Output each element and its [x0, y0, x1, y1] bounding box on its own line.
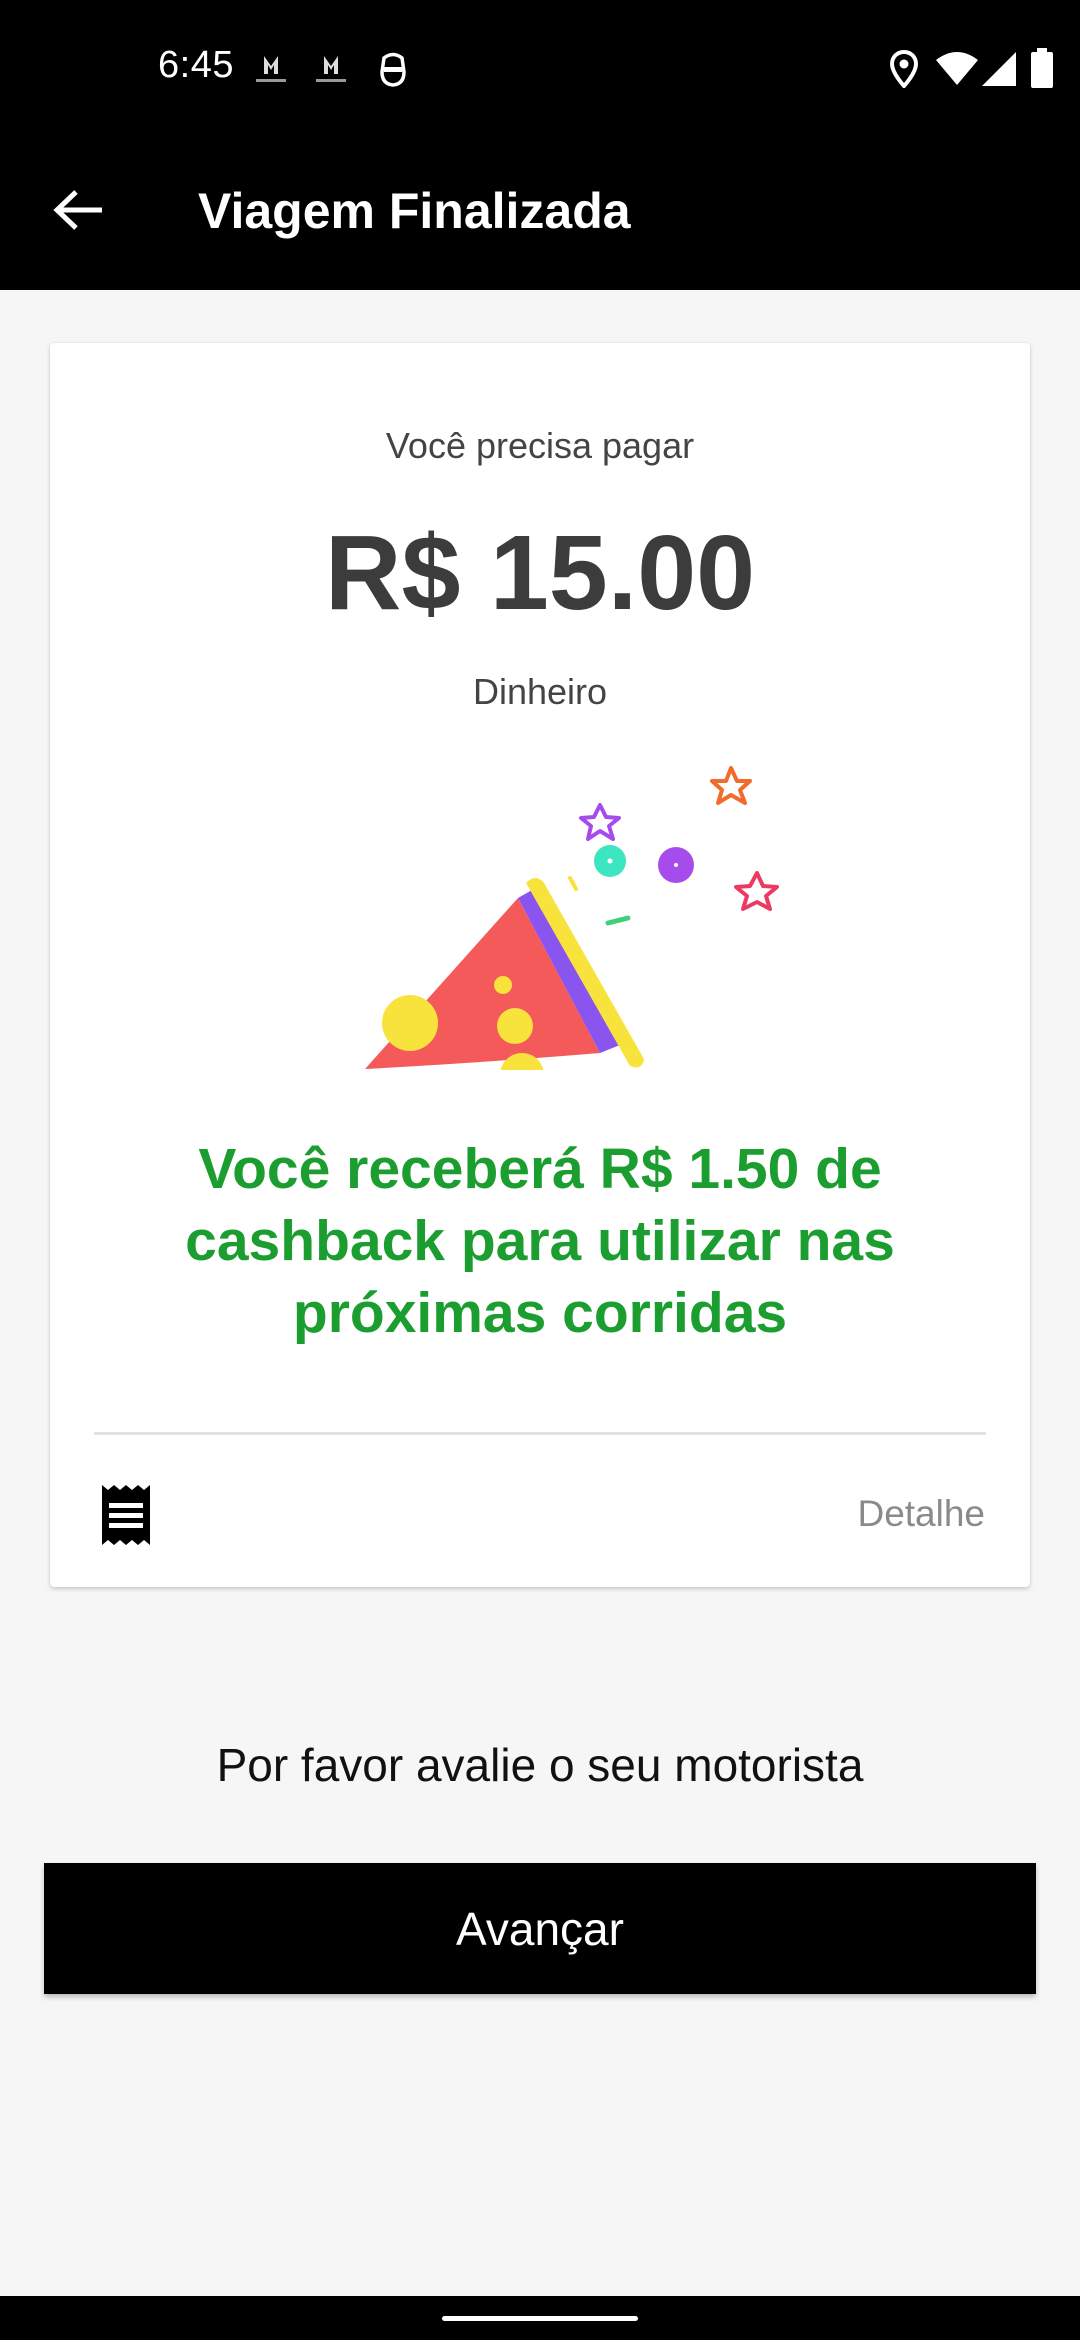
- payment-summary-card: Você precisa pagar R$ 15.00 Dinheiro Voc…: [50, 343, 1030, 1587]
- detail-link[interactable]: Detalhe: [857, 1493, 985, 1535]
- receipt-icon: [102, 1485, 150, 1545]
- cashback-message: Você receberá R$ 1.50 de cashback para u…: [185, 1137, 895, 1345]
- status-bar: 6:45: [0, 0, 1080, 140]
- divider: [94, 1432, 986, 1435]
- pay-label: Você precisa pagar: [385, 425, 695, 466]
- wifi-icon: [936, 52, 978, 85]
- payment-method: Dinheiro: [472, 671, 608, 712]
- amount-due: R$ 15.00: [324, 514, 756, 632]
- advance-button[interactable]: Avançar: [44, 1863, 1036, 1994]
- location-pin-icon: [890, 50, 918, 88]
- clickdrive-notification-icon: [256, 56, 286, 82]
- back-button[interactable]: [40, 172, 116, 248]
- party-popper-icon: [350, 766, 779, 1093]
- rate-driver-prompt: Por favor avalie o seu motorista: [216, 1739, 864, 1791]
- cell-signal-icon: [982, 52, 1016, 86]
- app-bar: Viagem Finalizada: [0, 140, 1080, 290]
- robot-face-icon: [380, 52, 406, 87]
- battery-icon: [1031, 48, 1053, 88]
- page-title: Viagem Finalizada: [198, 183, 631, 239]
- arrow-left-icon: [53, 190, 102, 230]
- status-right-icons: [840, 48, 1080, 92]
- clickdrive-notification-icon: [316, 56, 346, 82]
- receipt-button[interactable]: [96, 1483, 156, 1547]
- system-nav-bar: [0, 2296, 1080, 2340]
- status-time: 6:45: [158, 44, 234, 86]
- home-indicator[interactable]: [442, 2316, 638, 2321]
